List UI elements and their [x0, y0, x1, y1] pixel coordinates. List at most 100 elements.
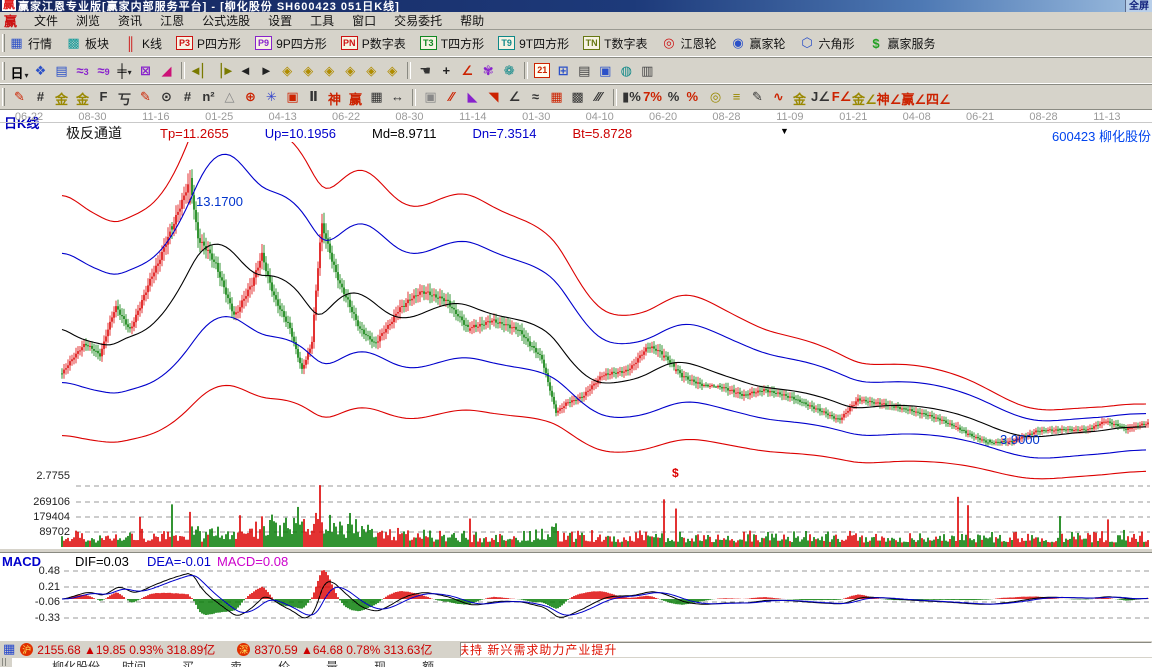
next-icon[interactable]: ► — [256, 61, 277, 81]
export-icon[interactable]: ◍ — [616, 61, 637, 81]
menu-item-0[interactable]: 文件 — [25, 12, 67, 29]
win-grid-icon[interactable]: 赢 — [345, 87, 366, 107]
menu-item-8[interactable]: 交易委托 — [385, 12, 451, 29]
panel-grip[interactable] — [2, 658, 6, 666]
red-grid-icon[interactable]: ▦ — [546, 87, 567, 107]
first-page-icon[interactable]: ◄▏ — [189, 61, 212, 81]
menu-item-7[interactable]: 窗口 — [343, 12, 385, 29]
fit-screen-icon[interactable]: ◈ — [382, 61, 403, 81]
bar-percent-icon[interactable]: ▮% — [621, 87, 642, 107]
menu-item-3[interactable]: 江恩 — [151, 12, 193, 29]
marker-pen-icon[interactable]: ✎ — [135, 87, 156, 107]
slant-lines-icon[interactable]: ∕∕∕ — [588, 87, 609, 107]
toolbar-grip[interactable] — [2, 88, 5, 106]
gold-circle-icon[interactable]: ◎ — [705, 87, 726, 107]
f-angle-icon[interactable]: F∠ — [831, 87, 852, 107]
fan-box-icon[interactable]: ◣ — [462, 87, 483, 107]
note-pen-icon[interactable]: ✎ — [747, 87, 768, 107]
toolbar-item-kline[interactable]: ║K线 — [123, 35, 162, 52]
compress-icon[interactable]: ◈ — [340, 61, 361, 81]
star-grid-icon[interactable]: ✳ — [261, 87, 282, 107]
percent-icon[interactable]: % — [663, 87, 684, 107]
hatch-icon[interactable]: # — [177, 87, 198, 107]
gold-grid-2-icon[interactable]: 金 — [72, 87, 93, 107]
wave-9-icon[interactable]: ≈9 — [93, 61, 114, 81]
toolbar-item-sectors[interactable]: ▩板块 — [66, 35, 109, 52]
shenzhen-index-icon[interactable]: 深 — [237, 643, 250, 656]
red-wave-icon[interactable]: ∿ — [768, 87, 789, 107]
arc-grid-icon[interactable]: 丂 — [114, 87, 135, 107]
angle-measure-icon[interactable]: ∠ — [457, 61, 478, 81]
zoom-in-icon[interactable]: ◈ — [319, 61, 340, 81]
print-icon[interactable]: ▥ — [637, 61, 658, 81]
gann-box-icon[interactable]: ⊠ — [135, 61, 156, 81]
toolbar-grip[interactable] — [2, 62, 5, 80]
f-grid-icon[interactable]: F — [93, 87, 114, 107]
prev-icon[interactable]: ◄ — [235, 61, 256, 81]
compass-icon[interactable]: ⊕ — [240, 87, 261, 107]
shen-grid-icon[interactable]: 神 — [324, 87, 345, 107]
child-window-icon[interactable]: 赢 — [0, 11, 25, 30]
toolbar-item-t-square[interactable]: T3T四方形 — [420, 35, 484, 52]
dense-grid-icon[interactable]: ▩ — [567, 87, 588, 107]
wave-tool-icon[interactable]: ≈ — [525, 87, 546, 107]
spider-web-icon[interactable]: ❖ — [30, 61, 51, 81]
toolbar-item-gann-wheel[interactable]: ◎江恩轮 — [661, 35, 716, 52]
four-angle-icon[interactable]: 四∠ — [926, 87, 951, 107]
price-box-icon[interactable]: ▣ — [420, 87, 441, 107]
chart-area[interactable]: 日K线 06-2208-3011-1601-2504-1306-2208-301… — [0, 110, 1152, 640]
shen-angle-icon[interactable]: 神∠ — [877, 87, 902, 107]
hand-tool-icon[interactable]: ☚ — [415, 61, 436, 81]
n-square-icon[interactable]: n² — [198, 87, 219, 107]
save-icon[interactable]: ▣ — [595, 61, 616, 81]
pane-splitter[interactable] — [0, 548, 1152, 553]
period-day-icon[interactable]: 日▾ — [9, 61, 30, 81]
j-angle-icon[interactable]: J∠ — [810, 87, 831, 107]
seven-percent-icon[interactable]: 7% — [642, 87, 663, 107]
menu-item-5[interactable]: 设置 — [259, 12, 301, 29]
span-arrows-icon[interactable]: ↔ — [387, 87, 408, 107]
fullscreen-button[interactable]: 全屏 — [1125, 0, 1152, 12]
grid-lines-icon[interactable]: # — [30, 87, 51, 107]
wave-3-icon[interactable]: ≈3 — [72, 61, 93, 81]
news-ticker[interactable]: 扶持 新兴需求助力产业提升 — [460, 642, 1152, 657]
last-page-icon[interactable]: ▕► — [212, 61, 235, 81]
toolbar-item-winner-wheel[interactable]: ◉赢家轮 — [730, 35, 785, 52]
menu-item-1[interactable]: 浏览 — [67, 12, 109, 29]
memo-icon[interactable]: ▤ — [574, 61, 595, 81]
toolbar-item-quotes[interactable]: ▦行情 — [9, 35, 52, 52]
menu-item-9[interactable]: 帮助 — [451, 12, 493, 29]
angle-mirror-icon[interactable]: △ — [219, 87, 240, 107]
toolbar-item-winner-service[interactable]: $赢家服务 — [869, 35, 936, 52]
toolbar-item-p-square[interactable]: P3P四方形 — [176, 35, 241, 52]
menu-item-4[interactable]: 公式选股 — [193, 12, 259, 29]
gold-angle-icon[interactable]: 金∠ — [852, 87, 877, 107]
gold-level-icon[interactable]: ≡ — [726, 87, 747, 107]
toolbar-item-t-number-table[interactable]: TNT数字表 — [583, 35, 647, 52]
expand-icon[interactable]: ◈ — [361, 61, 382, 81]
quote-grid-icon[interactable]: ▦ — [3, 641, 15, 657]
info-doc-icon[interactable]: ▤ — [51, 61, 72, 81]
calculator-icon[interactable]: ⊞ — [553, 61, 574, 81]
menu-item-6[interactable]: 工具 — [301, 12, 343, 29]
draw-pen-icon[interactable]: ✎ — [9, 87, 30, 107]
toolbar-item-9p-square[interactable]: P99P四方形 — [255, 35, 327, 52]
speed-fan-icon[interactable]: ∕∕ — [441, 87, 462, 107]
toolbar-item-9t-square[interactable]: T99T四方形 — [498, 35, 569, 52]
zoom-left-icon[interactable]: ◈ — [277, 61, 298, 81]
candle-style-icon[interactable]: ╪▾ — [114, 61, 135, 81]
gann-lines-icon[interactable]: ✾ — [478, 61, 499, 81]
menu-item-2[interactable]: 资讯 — [109, 12, 151, 29]
box-star-icon[interactable]: ▣ — [282, 87, 303, 107]
circle-grid-icon[interactable]: ⊙ — [156, 87, 177, 107]
line-box-icon[interactable]: ◥ — [483, 87, 504, 107]
gold-tool-icon[interactable]: 金 — [789, 87, 810, 107]
zoom-out-icon[interactable]: ◈ — [298, 61, 319, 81]
gold-grid-1-icon[interactable]: 金 — [51, 87, 72, 107]
calendar-icon[interactable]: 21 — [532, 61, 553, 81]
toolbar-item-hexagon[interactable]: ⬡六角形 — [800, 35, 855, 52]
crosshair-icon[interactable]: + — [436, 61, 457, 81]
k-marks-icon[interactable]: Ⅱ — [303, 87, 324, 107]
percent-line-icon[interactable]: %­ — [684, 87, 705, 107]
toolbar-item-p-number-table[interactable]: PNP数字表 — [341, 35, 406, 52]
